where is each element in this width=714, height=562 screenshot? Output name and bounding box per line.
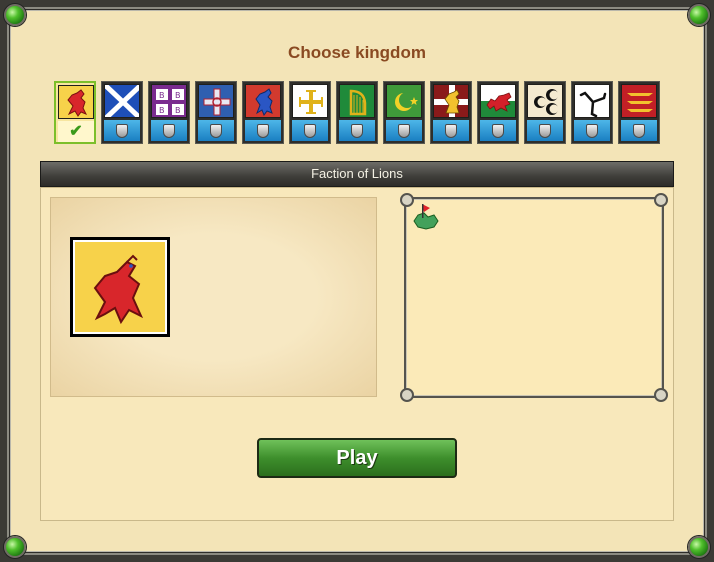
shield-icon	[304, 123, 316, 138]
kingdom-three-crescents[interactable]	[524, 81, 566, 144]
check-icon: ✔	[69, 122, 83, 140]
map-thumbnail-icon	[408, 201, 442, 235]
svg-text:B: B	[175, 91, 181, 100]
byzantine-cross-flag-icon: BBBB	[151, 84, 187, 118]
harp-flag-icon	[339, 84, 375, 118]
dialog-title: Choose kingdom	[288, 43, 426, 62]
svg-text:B: B	[175, 106, 181, 115]
kingdom-byzantine-cross[interactable]: BBBB	[148, 81, 190, 144]
kingdom-lock	[245, 120, 281, 141]
kingdom-lock	[574, 120, 610, 141]
corner-gem-icon	[4, 536, 26, 558]
lion-rampant-flag-icon	[58, 85, 94, 119]
crescent-star-flag-icon	[386, 84, 422, 118]
shield-icon	[586, 123, 598, 138]
shield-icon	[116, 123, 128, 138]
svg-text:B: B	[159, 106, 165, 115]
kingdom-cross-lions[interactable]	[430, 81, 472, 144]
blue-lion-flag-icon	[245, 84, 281, 118]
kingdom-crescent-star[interactable]	[383, 81, 425, 144]
kingdom-lions[interactable]: ✔	[54, 81, 96, 144]
corner-gem-icon	[688, 536, 710, 558]
kingdom-welsh-dragon[interactable]	[477, 81, 519, 144]
kingdom-triskelion[interactable]	[571, 81, 613, 144]
cross-lions-flag-icon	[433, 84, 469, 118]
triskelion-flag-icon	[574, 84, 610, 118]
shield-icon	[633, 123, 645, 138]
ornament-corner-icon	[400, 388, 414, 402]
three-crescents-flag-icon	[527, 84, 563, 118]
faction-crest	[70, 237, 170, 337]
ornament-corner-icon	[654, 193, 668, 207]
kingdom-lock	[339, 120, 375, 141]
crusader-cross-flag-icon	[198, 84, 234, 118]
kingdom-blue-lion[interactable]	[242, 81, 284, 144]
kingdom-lock	[621, 120, 657, 141]
kingdom-lock	[527, 120, 563, 141]
shield-icon	[492, 123, 504, 138]
kingdom-lock	[104, 120, 140, 141]
lion-rampant-crest-icon	[73, 240, 167, 334]
play-button[interactable]: Play	[257, 438, 457, 478]
kingdom-lock	[198, 120, 234, 141]
kingdom-lock	[480, 120, 516, 141]
shield-icon	[351, 123, 363, 138]
kingdom-scotland[interactable]	[101, 81, 143, 144]
kingdom-lock	[433, 120, 469, 141]
kingdom-status: ✔	[58, 121, 94, 142]
ornament-corner-icon	[654, 388, 668, 402]
faction-name-bar: Faction of Lions	[40, 161, 674, 187]
jerusalem-cross-flag-icon	[292, 84, 328, 118]
corner-gem-icon	[4, 4, 26, 26]
kingdom-crusader-cross[interactable]	[195, 81, 237, 144]
kingdom-jerusalem-cross[interactable]	[289, 81, 331, 144]
welsh-dragon-flag-icon	[480, 84, 516, 118]
shield-icon	[257, 123, 269, 138]
shield-icon	[539, 123, 551, 138]
shield-icon	[445, 123, 457, 138]
saltire-flag-icon	[104, 84, 140, 118]
shield-icon	[210, 123, 222, 138]
corner-gem-icon	[688, 4, 710, 26]
kingdom-lock	[292, 120, 328, 141]
kingdom-three-lions[interactable]	[618, 81, 660, 144]
kingdom-lock	[151, 120, 187, 141]
kingdom-map-panel	[400, 193, 668, 402]
kingdom-harp[interactable]	[336, 81, 378, 144]
shield-icon	[398, 123, 410, 138]
three-lions-flag-icon	[621, 84, 657, 118]
shield-icon	[163, 123, 175, 138]
svg-text:B: B	[159, 91, 165, 100]
kingdom-lock	[386, 120, 422, 141]
